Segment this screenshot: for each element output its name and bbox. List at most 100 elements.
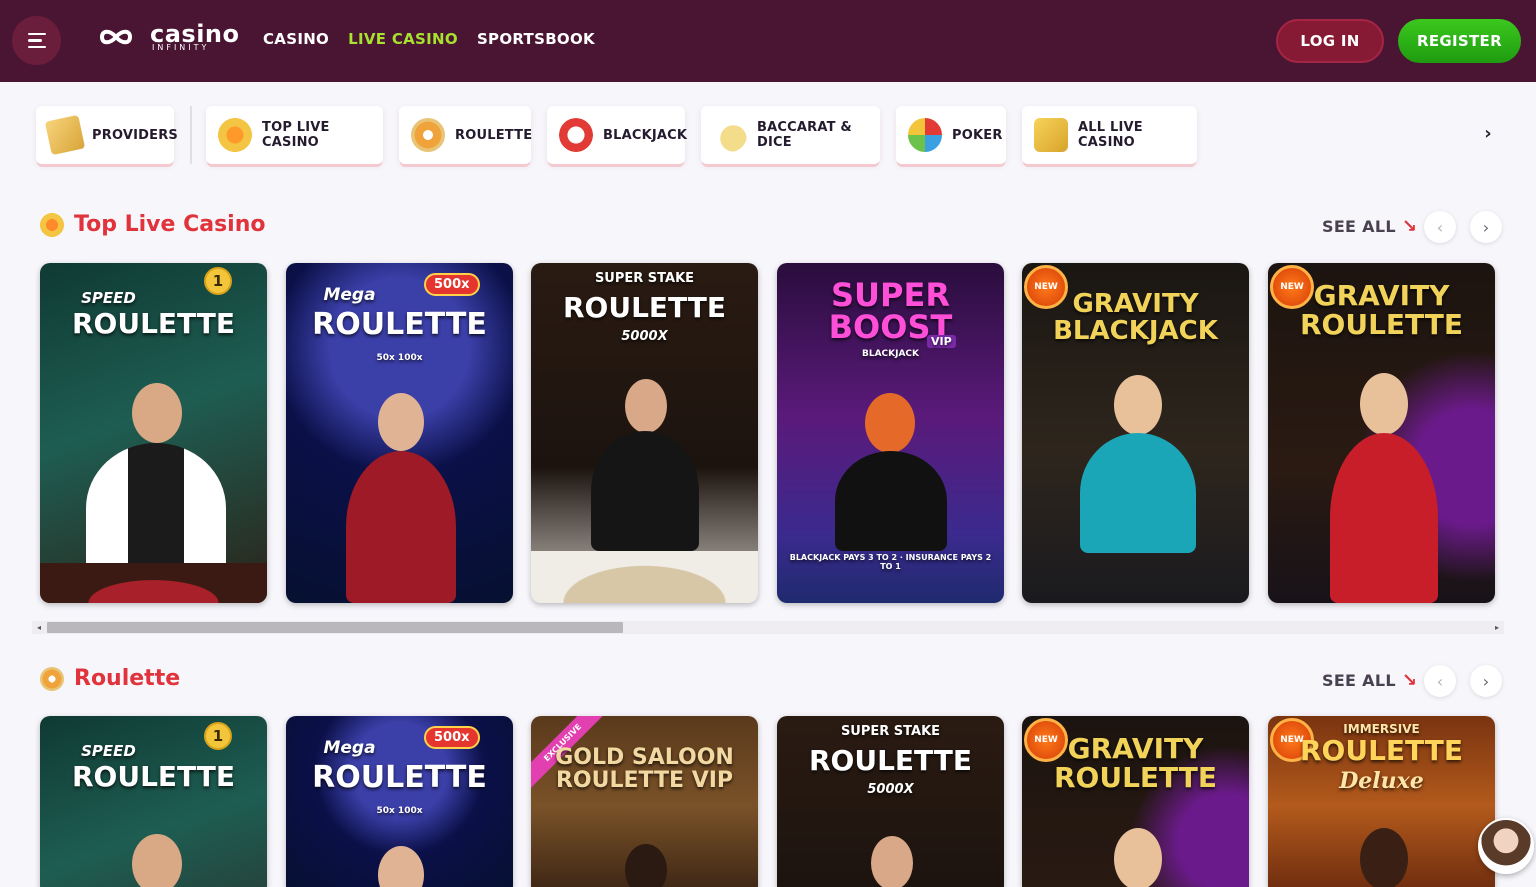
dealer-image [1330, 433, 1438, 603]
see-all-label: SEE ALL [1322, 217, 1396, 236]
category-top-live-casino[interactable]: TOP LIVE CASINO [206, 106, 383, 164]
chevron-left-icon: ‹ [1436, 671, 1444, 691]
game-card-mega-roulette[interactable]: 500x Mega ROULETTE 50x 100x [286, 716, 513, 887]
category-all-live-casino[interactable]: ALL LIVE CASINO [1022, 106, 1197, 164]
vip-tag: VIP [927, 335, 956, 348]
section-header-roulette: Roulette [40, 666, 180, 691]
roulette-wheel-icon [411, 118, 445, 152]
live-chat-avatar[interactable] [1478, 818, 1534, 874]
dealer-image [378, 393, 424, 451]
game-title-top: SUPER STAKE [594, 271, 695, 286]
game-card-mega-roulette[interactable]: 500x Mega ROULETTE 50x 100x [286, 263, 513, 603]
game-subtitle: 5000X [867, 782, 914, 797]
roulette-wheel-icon [40, 666, 64, 691]
roulette-wheel-image [531, 551, 758, 603]
game-title: GRAVITY ROULETTE [1299, 279, 1464, 342]
menu-bar-icon [27, 45, 46, 49]
arrow-down-right-icon: ↘ [1401, 670, 1418, 691]
crown-icon [40, 212, 64, 237]
category-poker[interactable]: POKER [896, 106, 1006, 164]
game-card-speed-roulette[interactable]: 1 SPEED ROULETTE [40, 716, 267, 887]
category-roulette[interactable]: ROULETTE [399, 106, 533, 164]
scrollbar-thumb[interactable] [47, 622, 623, 633]
baccarat-icon [713, 118, 747, 152]
game-card-super-stake-roulette[interactable]: SUPER STAKE ROULETTE 5000X [777, 716, 1004, 887]
see-all-link[interactable]: SEE ALL ↘ [1322, 670, 1417, 691]
chevron-left-icon: ‹ [1436, 217, 1444, 237]
dealer-image [625, 844, 667, 887]
game-title: ROULETTE [312, 760, 487, 795]
category-label: TOP LIVE CASINO [262, 120, 330, 150]
game-card-speed-roulette[interactable]: 1 SPEED ROULETTE [40, 263, 267, 603]
game-subtitle: Deluxe [1339, 768, 1424, 794]
game-title: ROULETTE [1299, 734, 1464, 767]
carousel-next-button[interactable]: › [1470, 665, 1502, 697]
category-baccarat-dice[interactable]: BACCARAT & DICE [701, 106, 880, 164]
chevron-right-icon: › [1482, 217, 1490, 237]
game-card-gold-saloon-roulette-vip[interactable]: EXCLUSIVE GOLD SALOON ROULETTE VIP [531, 716, 758, 887]
game-title: ROULETTE [808, 744, 973, 777]
register-button[interactable]: REGISTER [1398, 19, 1521, 63]
section-title: Top Live Casino [74, 212, 266, 237]
game-title: ROULETTE [312, 307, 487, 342]
chevron-right-icon: › [1482, 671, 1490, 691]
category-blackjack[interactable]: BLACKJACK [547, 106, 688, 164]
game-title-top: Mega [323, 285, 376, 305]
dealer-image [1360, 373, 1408, 435]
game-title: ROULETTE [71, 760, 236, 793]
game-card-super-boost-blackjack[interactable]: SUPER BOOST BLACKJACK VIP BLACKJACK PAYS… [777, 263, 1004, 603]
main-nav: CASINO LIVE CASINO SPORTSBOOK [263, 30, 595, 48]
poker-chip-icon [908, 118, 942, 152]
menu-bar-icon [27, 39, 42, 42]
category-label: PROVIDERS [92, 127, 178, 143]
dealer-image [132, 834, 182, 887]
nav-live-casino[interactable]: LIVE CASINO [348, 30, 458, 48]
section-title: Roulette [74, 666, 181, 691]
see-all-label: SEE ALL [1322, 671, 1396, 690]
providers-icon [44, 114, 86, 156]
game-title: ROULETTE [562, 291, 727, 324]
game-card-super-stake-roulette[interactable]: SUPER STAKE ROULETTE 5000X [531, 263, 758, 603]
top-header: casino INFINITY CASINO LIVE CASINO SPORT… [0, 0, 1536, 82]
see-all-link[interactable]: SEE ALL ↘ [1322, 216, 1417, 237]
login-button[interactable]: LOG IN [1276, 19, 1384, 63]
game-card-gravity-roulette[interactable]: NEW GRAVITY ROULETTE [1268, 263, 1495, 603]
category-label: BLACKJACK [603, 127, 688, 143]
nav-sportsbook[interactable]: SPORTSBOOK [477, 30, 595, 48]
category-providers[interactable]: PROVIDERS [36, 106, 178, 164]
category-divider [190, 106, 192, 164]
game-subtitle: BLACKJACK [861, 349, 920, 359]
game-title-top: Mega [323, 738, 376, 758]
dealer-image [346, 451, 456, 603]
category-label: ROULETTE [455, 127, 533, 143]
dealer-image [132, 383, 182, 443]
scroll-left-icon[interactable]: ◂ [34, 621, 44, 634]
carousel-next-button[interactable]: › [1470, 211, 1502, 243]
carousel-prev-button[interactable]: ‹ [1424, 665, 1456, 697]
dealer-image [1114, 828, 1162, 887]
game-title-top: SPEED [81, 742, 136, 760]
casino-infinity-logo[interactable]: casino INFINITY [88, 22, 240, 52]
game-title: GOLD SALOON ROULETTE VIP [555, 745, 734, 794]
game-card-gravity-blackjack[interactable]: NEW GRAVITY BLACKJACK [1022, 263, 1249, 603]
hamburger-menu-button[interactable] [12, 16, 61, 65]
arrow-down-right-icon: ↘ [1401, 216, 1418, 237]
dealer-image [1114, 375, 1162, 435]
category-label: BACCARAT & DICE [757, 120, 852, 150]
scroll-right-icon[interactable]: ▸ [1492, 621, 1502, 634]
dealer-image [591, 431, 699, 551]
chevron-right-icon[interactable]: › [1478, 124, 1498, 144]
carousel-prev-button[interactable]: ‹ [1424, 211, 1456, 243]
table-rules-text: BLACKJACK PAYS 3 TO 2 · INSURANCE PAYS 2… [789, 553, 992, 571]
dice-icon [1034, 118, 1068, 152]
game-card-gravity-roulette[interactable]: NEW GRAVITY ROULETTE [1022, 716, 1249, 887]
carousel-scrollbar[interactable]: ◂ ▸ [32, 621, 1504, 634]
nav-casino[interactable]: CASINO [263, 30, 329, 48]
section-header-top-live-casino: Top Live Casino [40, 212, 266, 237]
logo-text: casino INFINITY [150, 22, 240, 52]
game-title: SUPER BOOST [828, 276, 953, 346]
dealer-image [1080, 433, 1196, 553]
game-card-immersive-roulette-deluxe[interactable]: NEW IMMERSIVE ROULETTE Deluxe [1268, 716, 1495, 887]
category-label: ALL LIVE CASINO [1078, 120, 1143, 150]
game-title-top: SUPER STAKE [840, 724, 941, 739]
